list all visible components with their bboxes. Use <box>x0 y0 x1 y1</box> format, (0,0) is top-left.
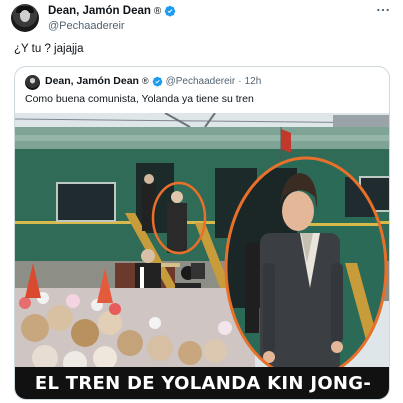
quote-header: Dean, Jamón Dean ® @Pechaadereir · 12h <box>45 75 261 87</box>
author-name[interactable]: Dean, Jamón Dean <box>48 5 151 17</box>
quote-photo[interactable]: EL TREN DE YOLANDA KIN JONG-DIAZ <box>15 113 389 399</box>
tweet-text: ¿Y tu ? jajajja <box>14 43 84 55</box>
author-avatar[interactable] <box>11 4 39 32</box>
author-emoji: ® <box>153 5 162 17</box>
author-name-row[interactable]: Dean, Jamón Dean ® <box>48 5 176 17</box>
quote-text: Como buena comunista, Yolanda ya tiene s… <box>25 93 254 105</box>
quote-verified-badge-icon <box>152 76 163 87</box>
quote-author-handle[interactable]: @Pechaadereir <box>166 76 236 87</box>
more-icon[interactable] <box>376 3 390 20</box>
verified-badge-icon <box>164 5 176 17</box>
quoted-tweet-card[interactable]: Dean, Jamón Dean ® @Pechaadereir · 12h C… <box>14 66 390 400</box>
quote-author-emoji: ® <box>141 76 149 86</box>
quote-author-avatar[interactable] <box>25 75 40 90</box>
image-caption: EL TREN DE YOLANDA KIN JONG-DIAZ <box>15 367 389 399</box>
quote-separator: · <box>238 75 242 87</box>
quote-author-name[interactable]: Dean, Jamón Dean <box>45 75 139 87</box>
author-handle[interactable]: @Pechaadereir <box>48 20 125 32</box>
quote-timestamp[interactable]: 12h <box>245 76 262 87</box>
tweet: Dean, Jamón Dean ® @Pechaadereir ¿Y tu ?… <box>0 0 403 403</box>
train-scene-image <box>15 113 389 399</box>
